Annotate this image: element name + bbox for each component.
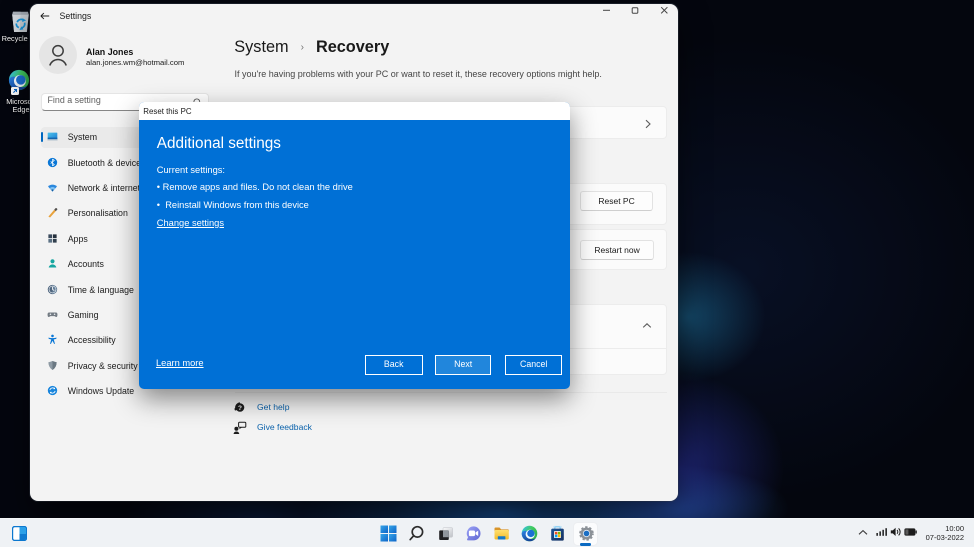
svg-text:?: ? [238, 404, 242, 411]
